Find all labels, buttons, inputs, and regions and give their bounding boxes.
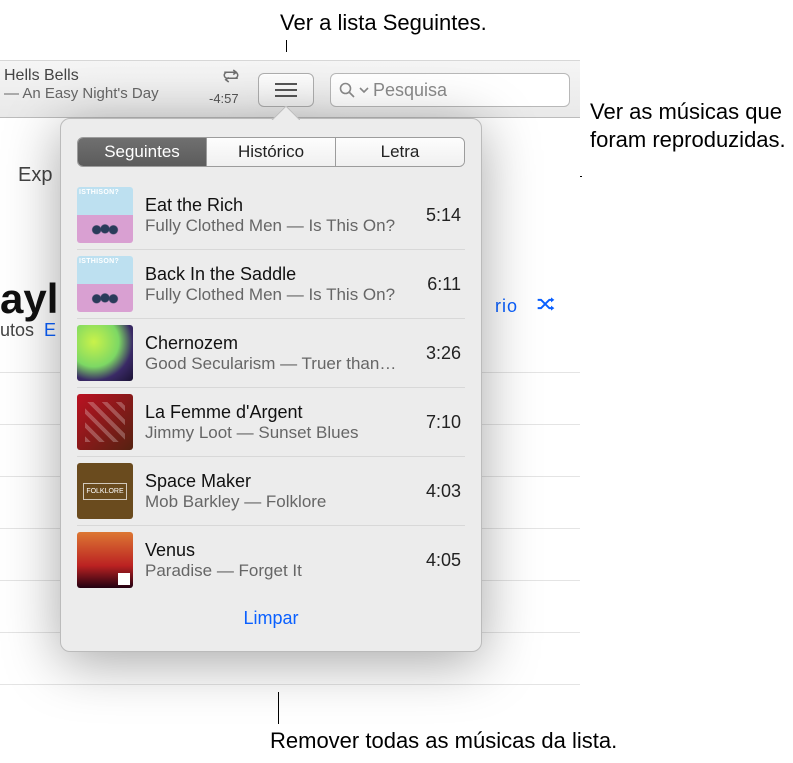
now-playing-subtitle: — An Easy Night's Day (4, 85, 200, 102)
album-art (77, 325, 133, 381)
album-art (77, 394, 133, 450)
list-icon (275, 82, 297, 98)
track-subtitle: Fully Clothed Men — Is This On? (145, 216, 414, 236)
search-icon (339, 82, 355, 98)
up-next-popover: Seguintes Histórico Letra Eat the Rich F… (60, 118, 482, 652)
track-row[interactable]: Space Maker Mob Barkley — Folklore 4:03 (77, 457, 465, 526)
callout-bottom: Remover todas as músicas da lista. (270, 728, 617, 754)
album-art (77, 187, 133, 243)
track-title: Space Maker (145, 471, 414, 492)
track-subtitle: Paradise — Forget It (145, 561, 414, 581)
background-text: utos (0, 320, 34, 341)
now-playing[interactable]: Hells Bells — An Easy Night's Day (4, 67, 200, 102)
search-input[interactable]: Pesquisa (330, 73, 570, 107)
background-link-fragment[interactable]: E (44, 320, 56, 341)
album-art (77, 256, 133, 312)
callout-top: Ver a lista Seguintes. (280, 10, 487, 36)
background-link-fragment[interactable]: rio (495, 296, 518, 317)
track-row[interactable]: Venus Paradise — Forget It 4:05 (77, 526, 465, 594)
divider (0, 684, 580, 685)
track-title: La Femme d'Argent (145, 402, 414, 423)
track-subtitle: Mob Barkley — Folklore (145, 492, 414, 512)
remaining-time[interactable]: -4:57 (209, 91, 239, 106)
track-subtitle: Good Secularism — Truer than… (145, 354, 414, 374)
tab-letra[interactable]: Letra (336, 138, 464, 166)
track-duration: 7:10 (426, 412, 465, 433)
track-list: Eat the Rich Fully Clothed Men — Is This… (77, 181, 465, 594)
album-art (77, 463, 133, 519)
track-title: Eat the Rich (145, 195, 414, 216)
search-placeholder: Pesquisa (373, 80, 447, 101)
track-title: Back In the Saddle (145, 264, 415, 285)
now-playing-title: Hells Bells (4, 67, 200, 85)
track-duration: 4:03 (426, 481, 465, 502)
shuffle-icon[interactable] (536, 296, 556, 312)
album-art (77, 532, 133, 588)
callout-right: Ver as músicas que foram reproduzidas. (590, 98, 793, 153)
track-row[interactable]: Chernozem Good Secularism — Truer than… … (77, 319, 465, 388)
track-row[interactable]: Eat the Rich Fully Clothed Men — Is This… (77, 181, 465, 250)
track-title: Chernozem (145, 333, 414, 354)
popover-arrow (270, 106, 300, 120)
track-duration: 5:14 (426, 205, 465, 226)
track-subtitle: Fully Clothed Men — Is This On? (145, 285, 415, 305)
tab-historico[interactable]: Histórico (207, 138, 336, 166)
clear-button[interactable]: Limpar (77, 608, 465, 629)
queue-button[interactable] (258, 73, 314, 107)
track-title: Venus (145, 540, 414, 561)
track-row[interactable]: La Femme d'Argent Jimmy Loot — Sunset Bl… (77, 388, 465, 457)
track-duration: 6:11 (427, 274, 465, 295)
chevron-down-icon (359, 85, 369, 95)
background-text: Exp (18, 164, 52, 187)
tab-seguintes[interactable]: Seguintes (78, 138, 207, 166)
track-duration: 4:05 (426, 550, 465, 571)
track-duration: 3:26 (426, 343, 465, 364)
track-subtitle: Jimmy Loot — Sunset Blues (145, 423, 414, 443)
segmented-control: Seguintes Histórico Letra (77, 137, 465, 167)
track-row[interactable]: Back In the Saddle Fully Clothed Men — I… (77, 250, 465, 319)
repeat-icon[interactable] (222, 69, 240, 83)
